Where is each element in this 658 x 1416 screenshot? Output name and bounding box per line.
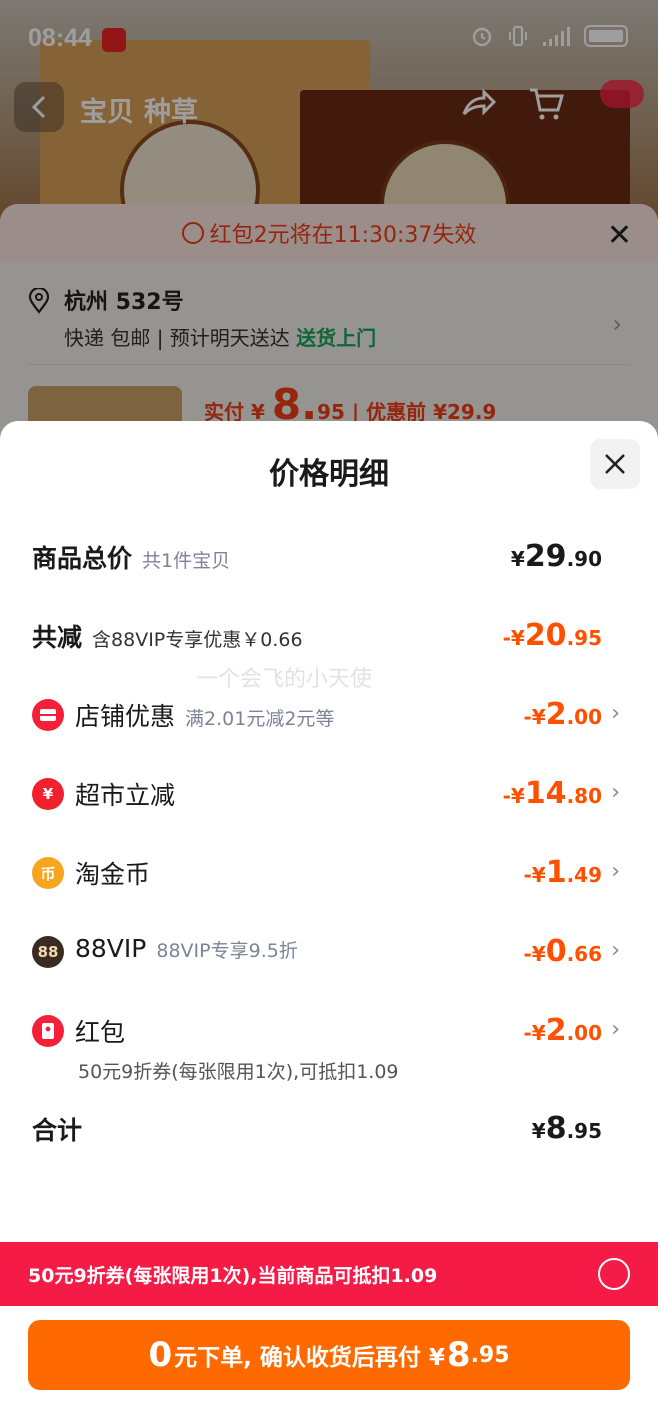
- row-sub: 含88VIP专享优惠￥0.66: [92, 629, 303, 651]
- vip88-icon: 88: [32, 936, 64, 968]
- row-label: 合计: [32, 1116, 83, 1145]
- row-shop-discount[interactable]: 店铺优惠 满2.01元减2元等 -¥2.00 ›: [32, 697, 622, 741]
- row-label: 淘金币: [75, 860, 151, 889]
- row-label: 共减: [32, 623, 83, 652]
- place-order-button[interactable]: 0 元下单, 确认收货后再付 ¥ 8 .95: [28, 1320, 630, 1390]
- shop-coupon-icon: [32, 699, 64, 731]
- row-amount: -¥0.66: [523, 934, 602, 969]
- row-label: 店铺优惠: [75, 702, 176, 731]
- row-label: 超市立减: [75, 781, 176, 810]
- row-label: 红包: [75, 1018, 126, 1047]
- row-88vip[interactable]: 88 88VIP 88VIP专享9.5折 -¥0.66 ›: [32, 934, 622, 978]
- footer: 0 元下单, 确认收货后再付 ¥ 8 .95: [0, 1306, 658, 1416]
- modal-title: 价格明细: [269, 457, 389, 492]
- row-total-price: 商品总价 共1件宝贝 ¥29.90: [32, 539, 622, 583]
- row-gold-coin[interactable]: 币 淘金币 -¥1.49 ›: [32, 855, 622, 899]
- gold-coin-icon: 币: [32, 857, 64, 889]
- close-icon: [605, 454, 625, 474]
- row-sub: 共1件宝贝: [142, 550, 231, 572]
- row-amount: -¥14.80: [502, 776, 602, 811]
- red-packet-icon: [32, 1015, 64, 1047]
- chevron-right-icon: ›: [611, 701, 620, 726]
- chevron-right-icon: ›: [611, 859, 620, 884]
- row-supermarket-discount[interactable]: ¥ 超市立减 -¥14.80 ›: [32, 776, 622, 820]
- row-amount: -¥20.95: [502, 618, 602, 653]
- row-label: 88VIP: [75, 934, 147, 963]
- row-amount: -¥2.00: [523, 697, 602, 732]
- supermarket-yen-icon: ¥: [32, 778, 64, 810]
- row-total-discount: 共减 含88VIP专享优惠￥0.66 -¥20.95: [32, 618, 622, 662]
- radio-icon[interactable]: [598, 1258, 630, 1290]
- coupon-bar[interactable]: 50元9折券(每张限用1次),当前商品可抵扣1.09: [0, 1242, 658, 1306]
- red-packet-note: 50元9折券(每张限用1次),可抵扣1.09: [78, 1061, 399, 1083]
- row-amount: ¥29.90: [510, 539, 602, 574]
- row-red-packet[interactable]: 红包 -¥2.00 › 50元9折券(每张限用1次),可抵扣1.09: [32, 1013, 622, 1083]
- chevron-right-icon: ›: [611, 780, 620, 805]
- row-grand-total: 合计 ¥8.95: [32, 1111, 622, 1155]
- watermark-text: 一个会飞的小天使: [196, 667, 373, 692]
- row-amount: ¥8.95: [531, 1111, 602, 1146]
- row-label: 商品总价: [32, 544, 133, 573]
- row-sub: 满2.01元减2元等: [185, 708, 335, 730]
- chevron-right-icon: ›: [611, 1017, 620, 1042]
- chevron-right-icon: ›: [611, 938, 620, 963]
- coupon-text: 50元9折券(每张限用1次),当前商品可抵扣1.09: [28, 1265, 438, 1287]
- row-amount: -¥2.00: [523, 1013, 602, 1048]
- row-amount: -¥1.49: [523, 855, 602, 890]
- close-button[interactable]: [590, 439, 640, 489]
- row-sub: 88VIP专享9.5折: [156, 940, 298, 962]
